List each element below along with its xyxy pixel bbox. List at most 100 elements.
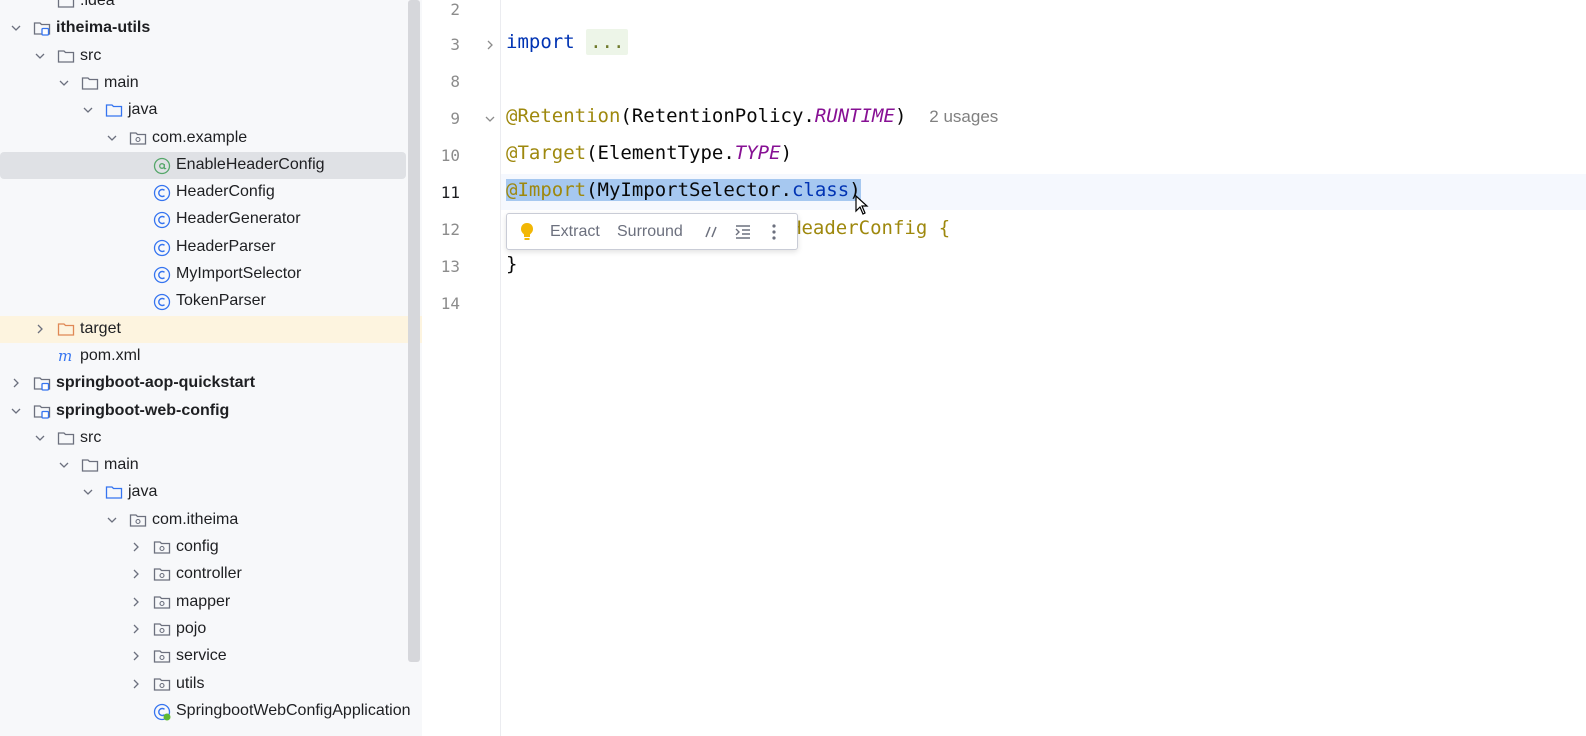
tree-item-pom-xml[interactable]: m pom.xml [0,343,406,370]
class-icon [153,184,171,202]
tree-item-pojo[interactable]: pojo [0,616,406,643]
code-line-12-tail[interactable]: HeaderConfig { [790,217,950,239]
tree-item--idea[interactable]: .idea [0,0,406,15]
tree-item-java[interactable]: java [0,479,406,506]
code-line-3[interactable]: import ... [506,29,629,55]
tree-item-springbootwebconfigapplication[interactable]: SpringbootWebConfigApplication [0,698,411,725]
tree-item-label: MyImportSelector [176,265,302,282]
chevron-right-icon[interactable] [131,597,141,607]
editor-gutter: 2 3 8 9 10 11 12 13 14 [422,0,501,736]
class-icon [153,211,171,229]
chevron-right-icon[interactable] [35,324,45,334]
chevron-down-icon[interactable] [107,515,117,525]
tree-item-target[interactable]: target [0,315,422,343]
class-icon [153,293,171,311]
chevron-right-icon[interactable] [131,651,141,661]
tree-item-mapper[interactable]: mapper [0,589,406,616]
target-open: (ElementType. [586,142,735,164]
tree-item-com-example[interactable]: com.example [0,125,406,152]
tree-item-label: HeaderGenerator [176,210,301,228]
chevron-down-icon[interactable] [107,133,117,143]
line-number: 9 [450,109,460,128]
project-tree[interactable]: .idea itheima-utils src main java com.example… [0,0,422,736]
chevron-down-icon[interactable] [83,105,93,115]
tree-item-label: pojo [176,619,207,637]
tree-item-main[interactable]: main [0,70,406,97]
package-icon [153,594,171,610]
tree-item-tokenparser[interactable]: TokenParser [0,288,406,315]
reformat-icon[interactable] [734,224,752,240]
code-line-13[interactable]: } [506,253,517,275]
tree-item-enableheaderconfig[interactable]: EnableHeaderConfig [0,151,406,179]
package-icon [129,512,147,528]
line-number: 3 [450,35,460,54]
class-icon [153,266,171,284]
import-annotation: @Import [506,179,587,201]
tree-item-service[interactable]: service [0,643,406,670]
tree-item-controller[interactable]: controller [0,561,406,588]
tree-item-headerconfig[interactable]: HeaderConfig [0,179,406,206]
chevron-right-icon[interactable] [131,569,141,579]
tree-item-main[interactable]: main [0,452,406,479]
tree-item-src[interactable]: src [0,425,406,452]
tree-item-headergenerator[interactable]: HeaderGenerator [0,206,406,233]
selected-import-annotation[interactable]: @Import(MyImportSelector.class) [506,179,861,201]
tree-item-itheima-utils[interactable]: itheima-utils [0,15,406,42]
tree-item-springboot-web-config[interactable]: springboot-web-config [0,398,406,425]
chevron-down-icon[interactable] [35,51,45,61]
code-editor[interactable]: 2 3 8 9 10 11 12 13 14 import ... @Reten… [422,0,1586,736]
usages-inlay-hint[interactable]: 2 usages [929,107,998,126]
tree-item-headerparser[interactable]: HeaderParser [0,234,406,261]
lightbulb-icon[interactable] [519,222,535,242]
tree-item-utils[interactable]: utils [0,671,406,698]
import-fold-placeholder[interactable]: ... [586,29,629,55]
chevron-down-icon[interactable] [11,23,21,33]
tree-item-springboot-aop-quickstart[interactable]: springboot-aop-quickstart [0,370,406,397]
comment-icon[interactable] [704,225,720,239]
tree-item-src[interactable]: src [0,43,406,70]
module-icon [33,20,51,36]
project-tree-scrollbar[interactable] [408,0,420,662]
tree-item-label: utils [176,674,205,692]
tree-item-label: controller [176,565,242,583]
folder-icon [81,457,99,473]
extract-button[interactable]: Extract [550,223,600,241]
fold-expand-icon[interactable] [485,40,495,50]
tree-item-java[interactable]: java [0,97,406,124]
surround-button[interactable]: Surround [617,223,683,241]
tree-item-label: springboot-aop-quickstart [56,374,256,392]
chevron-right-icon[interactable] [11,378,21,388]
chevron-right-icon[interactable] [131,679,141,689]
tree-item-com-itheima[interactable]: com.itheima [0,507,406,534]
line-number: 13 [440,257,460,276]
tree-item-label: java [128,101,158,119]
retention-close: ) [894,105,907,127]
svg-text:m: m [58,348,72,364]
line-number: 10 [440,146,460,165]
line-number: 8 [450,72,460,91]
chevron-down-icon[interactable] [59,460,69,470]
spring-class-icon [153,703,171,721]
chevron-down-icon[interactable] [83,487,93,497]
chevron-down-icon[interactable] [35,433,45,443]
tree-item-label: HeaderParser [176,237,276,255]
class-keyword: class [791,179,850,201]
tree-item-config[interactable]: config [0,534,406,561]
package-icon [153,648,171,664]
more-options-icon[interactable] [771,223,777,241]
module-icon [33,375,51,391]
folder-icon [57,0,75,9]
chevron-right-icon[interactable] [131,542,141,552]
chevron-right-icon[interactable] [131,624,141,634]
target-constant: TYPE [734,142,781,164]
package-icon [129,130,147,146]
chevron-down-icon[interactable] [11,406,21,416]
fold-collapse-icon[interactable] [485,114,495,124]
tree-item-myimportselector[interactable]: MyImportSelector [0,261,406,288]
tree-item-label: EnableHeaderConfig [176,155,325,173]
code-line-10[interactable]: @Target(ElementType.TYPE) [506,142,792,164]
code-line-9[interactable]: @Retention(RetentionPolicy.RUNTIME) 2 us… [506,105,998,127]
tree-item-label: config [176,538,219,555]
chevron-down-icon[interactable] [59,78,69,88]
code-line-11[interactable]: @Import(MyImportSelector.class) [506,179,861,201]
